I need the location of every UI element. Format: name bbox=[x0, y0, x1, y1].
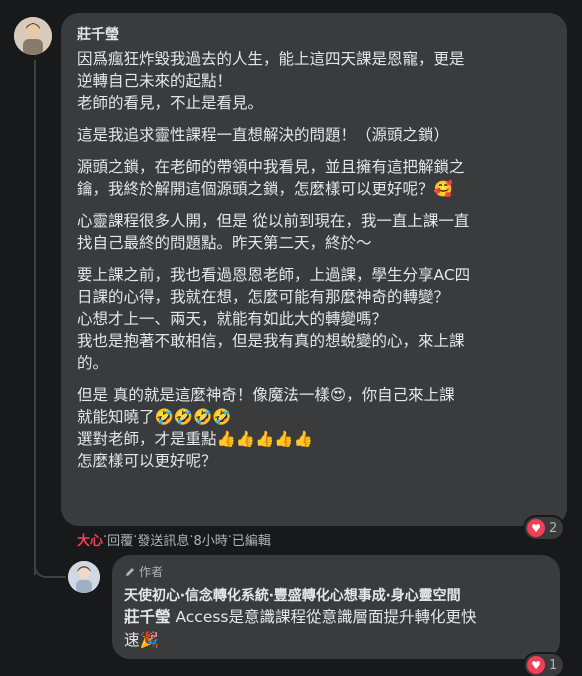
comment-line: 源頭之鎖，在老師的帶領中我看見，並且擁有這把解鎖之 bbox=[77, 158, 465, 176]
author-tag: 作者 bbox=[124, 563, 163, 580]
comment-line: 我也是抱著不敢相信，但是我有真的想蛻變的心，來上課 bbox=[77, 332, 465, 350]
comment-line: 心想才上一、兩天，就能有如此大的轉變嗎？ bbox=[77, 310, 388, 328]
reply-text: Access是意識課程從意識層面提升轉化更快 bbox=[170, 608, 477, 626]
comment-line: 的。 bbox=[77, 354, 109, 372]
thread-line bbox=[34, 60, 36, 575]
comment-line: 逆轉自己未來的起點！ bbox=[77, 72, 233, 90]
reply-avatar[interactable] bbox=[68, 561, 100, 593]
comment-actions: 大心 · 回覆 · 發送訊息 · 8小時 · 已編輯 bbox=[77, 530, 271, 549]
author-tag-label: 作者 bbox=[139, 565, 164, 579]
commenter-avatar[interactable] bbox=[14, 17, 52, 55]
pencil-icon bbox=[126, 567, 134, 576]
send-message-button[interactable]: 發送訊息 bbox=[137, 530, 189, 549]
comment-line: 老師的看見，不止是看見。 bbox=[77, 94, 264, 112]
reply-button[interactable]: 回覆 bbox=[107, 530, 133, 549]
reply-text-line: 莊千瑩 Access是意識課程從意識層面提升轉化更快 bbox=[124, 607, 477, 627]
comment-line: 要上課之前，我也看過恩恩老師，上過課，學生分享AC四 bbox=[77, 266, 471, 284]
edited-label: 已編輯 bbox=[231, 534, 271, 549]
comment-line: 選對老師，才是重點👍👍👍👍👍 bbox=[77, 430, 313, 448]
comment-line: 這是我追求靈性課程一直想解決的問題！（源頭之鎖） bbox=[77, 126, 450, 144]
thread-curve bbox=[34, 560, 66, 578]
comment-line: 就能知曉了🤣🤣🤣🤣 bbox=[77, 408, 232, 426]
heart-icon: ♥ bbox=[527, 656, 545, 674]
reaction-count: 2 bbox=[549, 520, 558, 536]
reply-author[interactable]: 天使初心‧信念轉化系統‧豐盛轉化心想事成‧身心靈空間 bbox=[124, 585, 461, 605]
comment-author[interactable]: 莊千瑩 bbox=[77, 24, 119, 44]
comment-line: 找自己最終的問題點。昨天第二天，終於～ bbox=[77, 234, 372, 252]
reply-text-line-2: 速🎉 bbox=[124, 631, 159, 649]
comment-line: 但是 真的就是這麼神奇！像魔法一樣😍，你自己來上課 bbox=[77, 386, 455, 404]
love-reaction-button[interactable]: 大心 bbox=[77, 530, 103, 549]
comment-line: 心靈課程很多人開，但是 從以前到現在，我一直上課一直 bbox=[77, 212, 470, 230]
reply-reaction-badge[interactable]: ♥ 1 bbox=[525, 654, 564, 676]
comment-line: 因爲瘋狂炸毀我過去的人生，能上這四天課是恩寵，更是 bbox=[77, 50, 465, 68]
comment-line: 鑰，我終於解開這個源頭之鎖，怎麼樣可以更好呢？🥰 bbox=[77, 180, 453, 198]
reply-reaction-count: 1 bbox=[549, 657, 558, 673]
comment-line: 怎麼樣可以更好呢？ bbox=[77, 452, 217, 470]
heart-icon: ♥ bbox=[527, 519, 545, 537]
comment-line: 日課的心得，我就在想，怎麼可能有那麼神奇的轉變？ bbox=[77, 288, 450, 306]
mention-link[interactable]: 莊千瑩 bbox=[124, 608, 171, 626]
timestamp[interactable]: 8小時 bbox=[193, 530, 227, 549]
reaction-badge[interactable]: ♥ 2 bbox=[525, 517, 564, 539]
